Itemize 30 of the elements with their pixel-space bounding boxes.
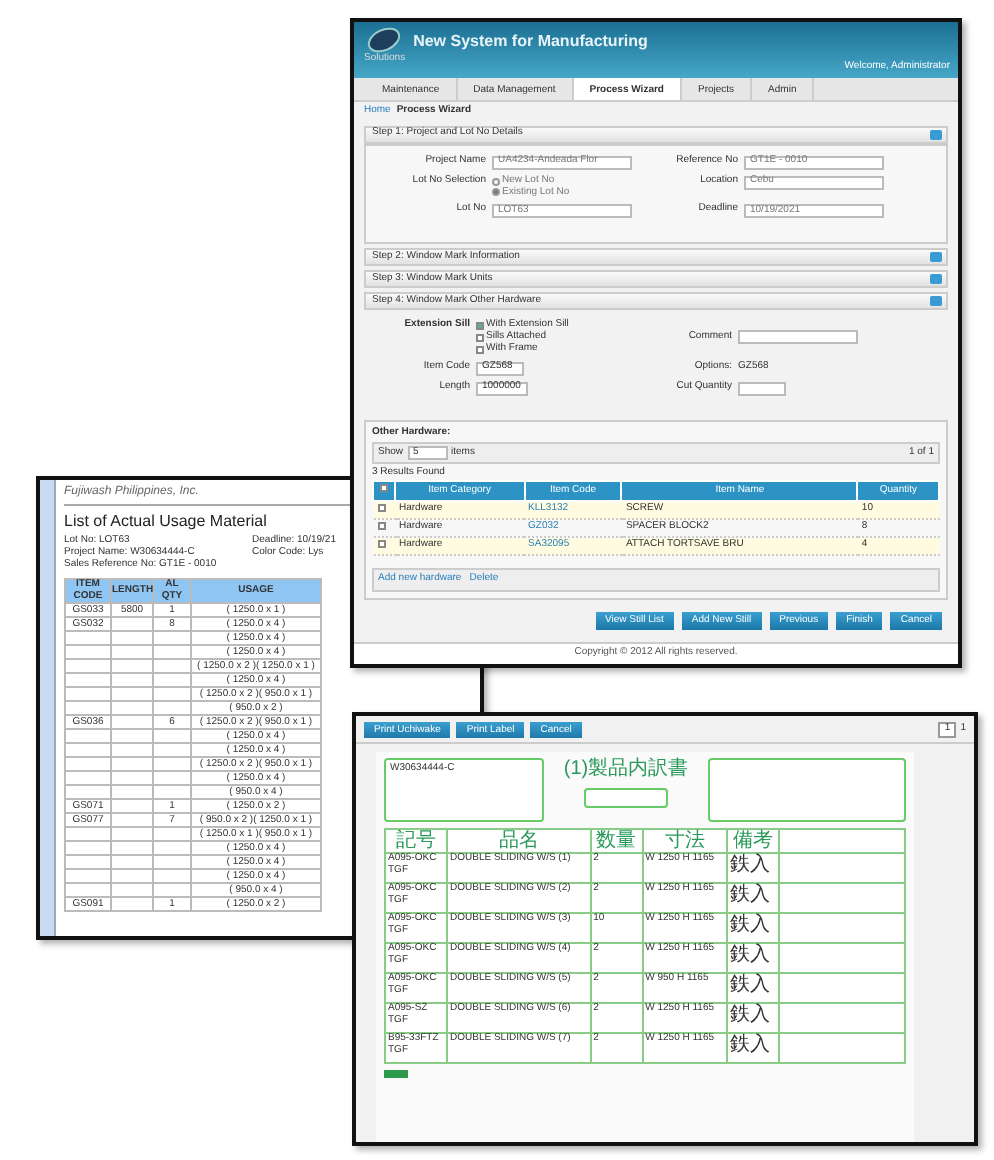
row-checkbox[interactable] <box>377 539 385 548</box>
form-title: (1)製品内訳書 <box>563 758 689 781</box>
comment-field[interactable] <box>738 330 858 345</box>
cut-quantity-spinner[interactable] <box>738 381 786 395</box>
radio-button[interactable] <box>492 177 500 186</box>
checkbox[interactable] <box>476 333 484 342</box>
table-cell: 鉄入 <box>726 1003 779 1033</box>
table-cell: 鉄入 <box>726 973 779 1003</box>
column-header: 記号 <box>385 829 447 853</box>
logo-icon <box>366 26 403 54</box>
column-header: 品名 <box>447 829 591 853</box>
table-cell: 鉄入 <box>726 883 779 913</box>
table-cell: 鉄入 <box>726 913 779 943</box>
radio-button[interactable] <box>492 188 500 197</box>
column-header: 備考 <box>726 829 779 853</box>
table-cell: 鉄入 <box>726 1033 779 1063</box>
brand-mark <box>384 1070 408 1078</box>
column-header: 数量 <box>590 829 643 853</box>
checkbox[interactable] <box>476 345 484 354</box>
row-checkbox[interactable] <box>377 521 385 530</box>
report-title: List of Actual Usage Material <box>64 511 267 531</box>
stamp-box <box>584 787 668 807</box>
column-header: 寸法 <box>642 829 727 853</box>
select-all-checkbox[interactable] <box>380 484 388 493</box>
table-cell: 鉄入 <box>726 943 779 973</box>
table-cell: 鉄入 <box>726 853 779 883</box>
row-checkbox[interactable] <box>377 503 385 512</box>
toggle-icon[interactable] <box>930 129 942 140</box>
checkbox[interactable] <box>476 322 484 331</box>
app-title: New System for Manufacturing <box>413 32 648 51</box>
